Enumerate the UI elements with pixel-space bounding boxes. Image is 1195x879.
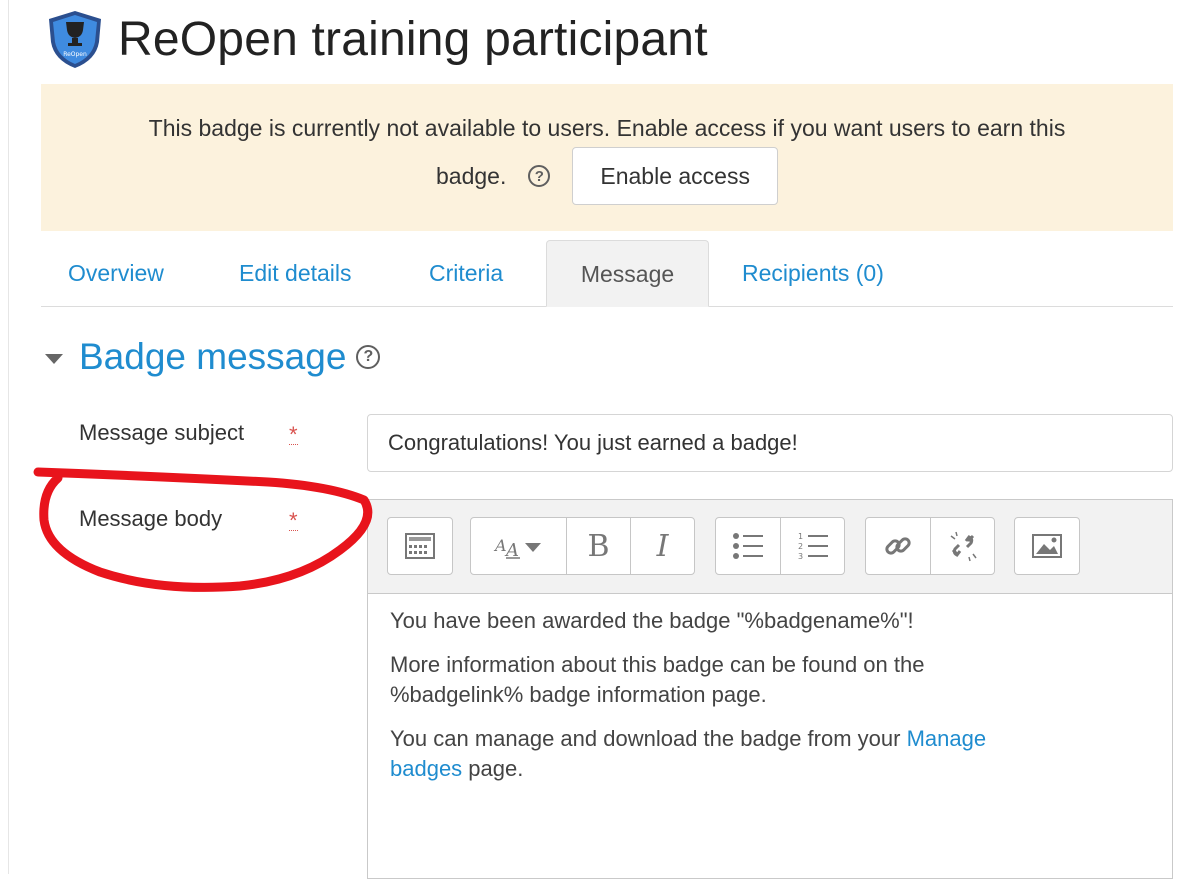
svg-text:2: 2 (798, 542, 803, 551)
page-left-border (8, 0, 9, 874)
body-paragraph-2-line2: %badgelink% badge information page. (390, 682, 767, 707)
enable-access-button[interactable]: Enable access (572, 147, 778, 205)
page-header: ReOpen ReOpen training participant (44, 6, 708, 72)
svg-text:3: 3 (798, 552, 803, 560)
manage-badges-link-part2[interactable]: badges (390, 756, 462, 781)
badge-tabs: Overview Edit details Criteria Message R… (41, 240, 1173, 307)
bullet-list-icon[interactable] (716, 518, 780, 574)
svg-text:1: 1 (798, 532, 803, 541)
body-paragraph-3: You can manage and download the badge fr… (390, 724, 1150, 784)
tab-message[interactable]: Message (546, 240, 709, 307)
badge-shield-label: ReOpen (63, 51, 87, 58)
image-icon[interactable] (1015, 518, 1079, 574)
alert-text-line1: This badge is currently not available to… (148, 115, 1066, 141)
help-icon[interactable]: ? (528, 165, 551, 187)
unlink-icon[interactable] (930, 518, 994, 574)
required-icon: * (289, 422, 298, 447)
tab-edit-details[interactable]: Edit details (239, 240, 352, 306)
italic-icon[interactable]: I (630, 518, 694, 574)
access-warning-alert: This badge is currently not available to… (41, 84, 1173, 231)
section-help-icon[interactable]: ? (356, 345, 381, 369)
editor-toolbar: A A B I 123 (368, 500, 1172, 594)
message-body-editor: A A B I 123 You have been awarded the ba… (367, 499, 1173, 879)
section-title: Badge message (79, 336, 347, 377)
body-paragraph-2-line1: More information about this badge can be… (390, 652, 925, 677)
page-title: ReOpen training participant (118, 12, 708, 66)
collapse-caret-icon[interactable] (45, 354, 63, 364)
editor-content-area[interactable]: You have been awarded the badge "%badgen… (368, 594, 1172, 784)
bold-icon[interactable]: B (566, 518, 630, 574)
tab-criteria[interactable]: Criteria (429, 240, 503, 306)
svg-text:A: A (504, 540, 519, 559)
svg-text:A: A (493, 536, 507, 555)
alert-text-line2: badge. (436, 162, 507, 189)
manage-badges-link-part1[interactable]: Manage (907, 726, 987, 751)
message-subject-input[interactable] (367, 414, 1173, 472)
body-paragraph-3-prefix: You can manage and download the badge fr… (390, 726, 907, 751)
font-style-icon[interactable]: A A (471, 518, 566, 574)
body-paragraph-2: More information about this badge can be… (390, 650, 1150, 710)
badge-message-section-header[interactable]: Badge message ? (45, 336, 381, 378)
badge-shield-icon: ReOpen (49, 11, 101, 68)
tab-overview[interactable]: Overview (68, 240, 164, 306)
message-subject-label: Message subject (79, 420, 245, 445)
link-icon[interactable] (866, 518, 930, 574)
numbered-list-icon[interactable]: 123 (780, 518, 844, 574)
body-paragraph-3-suffix: page. (462, 756, 524, 781)
body-paragraph-1: You have been awarded the badge "%badgen… (390, 608, 914, 633)
message-body-label: Message body (79, 506, 223, 531)
tab-recipients[interactable]: Recipients (0) (742, 240, 884, 306)
toolbar-toggle-icon[interactable] (388, 518, 452, 574)
required-icon: * (289, 508, 298, 533)
